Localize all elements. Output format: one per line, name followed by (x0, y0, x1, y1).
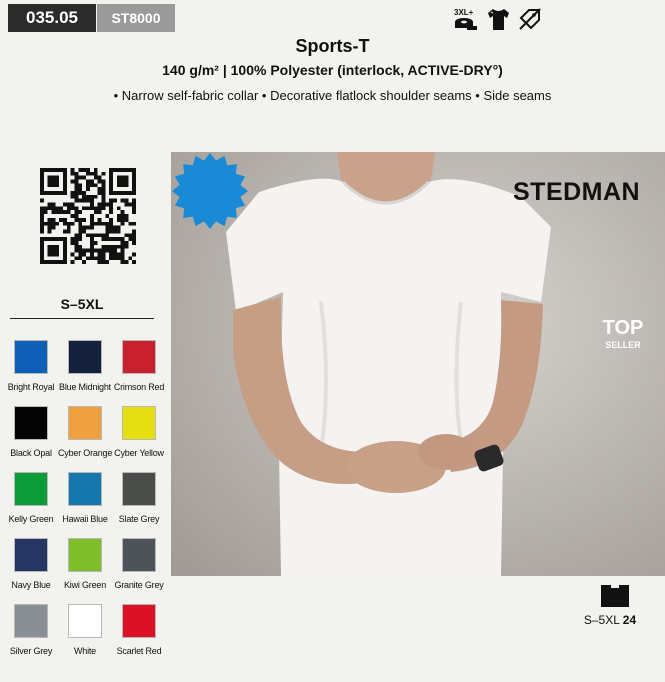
color-name: Kelly Green (8, 514, 54, 524)
product-photo: STEDMAN TOP SELLER (171, 152, 665, 576)
color-chip (14, 538, 48, 572)
color-name: Granite Grey (114, 580, 164, 590)
packaging-sizes: S–5XL (583, 613, 623, 627)
color-chip (122, 406, 156, 440)
color-name: Silver Grey (9, 646, 53, 656)
color-swatch[interactable]: Hawaii Blue (58, 472, 112, 525)
color-swatch[interactable]: White (58, 604, 112, 657)
color-name: Crimson Red (113, 382, 165, 392)
color-swatch[interactable]: Silver Grey (4, 604, 58, 657)
sku-code: ST8000 (97, 4, 175, 32)
color-chip (68, 538, 102, 572)
color-chip (14, 604, 48, 638)
top-seller-badge: TOP SELLER (584, 298, 662, 376)
color-swatch[interactable]: Cyber Orange (58, 406, 112, 459)
color-name: Black Opal (10, 448, 52, 458)
color-chip (68, 604, 102, 638)
color-chip (14, 472, 48, 506)
color-swatch[interactable]: Kiwi Green (58, 538, 112, 591)
color-name: Cyber Yellow (114, 448, 164, 458)
color-swatch[interactable]: Scarlet Red (112, 604, 166, 657)
packaging-quantity: 24 (622, 613, 637, 627)
color-swatch[interactable]: Navy Blue (4, 538, 58, 591)
color-name: Cyber Orange (58, 448, 113, 458)
feature-icons: 3XL+ (453, 6, 543, 32)
color-name: Kiwi Green (63, 580, 107, 590)
top-seller-badge-icon (172, 153, 248, 229)
header-bar: 035.05 ST8000 3XL+ (0, 0, 665, 36)
carton-box-icon (601, 585, 629, 607)
color-chip (14, 340, 48, 374)
brand-logo: STEDMAN (513, 178, 641, 206)
badge-top-text: TOP (602, 317, 644, 339)
color-chip (122, 538, 156, 572)
color-swatch[interactable]: Blue Midnight (58, 340, 112, 393)
qr-code[interactable] (40, 168, 136, 264)
color-name: Hawaii Blue (62, 514, 108, 524)
color-swatch[interactable]: Kelly Green (4, 472, 58, 525)
color-swatch[interactable]: Granite Grey (112, 538, 166, 591)
color-chip (68, 472, 102, 506)
color-name: Bright Royal (7, 382, 55, 392)
color-name: White (73, 646, 96, 656)
product-title: Sports-T (295, 36, 370, 56)
tshirt-icon (488, 9, 509, 30)
color-swatch[interactable]: Slate Grey (112, 472, 166, 525)
color-name: Slate Grey (118, 514, 160, 524)
color-chip (14, 406, 48, 440)
color-chip (68, 340, 102, 374)
article-number: 035.05 (8, 4, 96, 32)
color-name: Scarlet Red (116, 646, 162, 656)
extended-size-3xl-plus-icon: 3XL+ (454, 8, 477, 30)
color-chip (122, 472, 156, 506)
color-swatch[interactable]: Black Opal (4, 406, 58, 459)
color-chip (122, 604, 156, 638)
color-swatch[interactable]: Crimson Red (112, 340, 166, 393)
color-chip (122, 340, 156, 374)
packaging-info: S–5XL 24 (560, 613, 660, 627)
no-label-icon (519, 8, 541, 30)
extended-size-label: 3XL+ (454, 8, 474, 17)
size-range: S–5XL (10, 296, 154, 319)
color-name: Navy Blue (11, 580, 51, 590)
color-name: Blue Midnight (59, 382, 111, 392)
color-swatch[interactable]: Bright Royal (4, 340, 58, 393)
badge-sub-text: SELLER (605, 340, 641, 350)
product-features: • Narrow self-fabric collar • Decorative… (113, 88, 552, 103)
color-swatch[interactable]: Cyber Yellow (112, 406, 166, 459)
color-chip (68, 406, 102, 440)
product-spec: 140 g/m² | 100% Polyester (interlock, AC… (162, 62, 503, 78)
